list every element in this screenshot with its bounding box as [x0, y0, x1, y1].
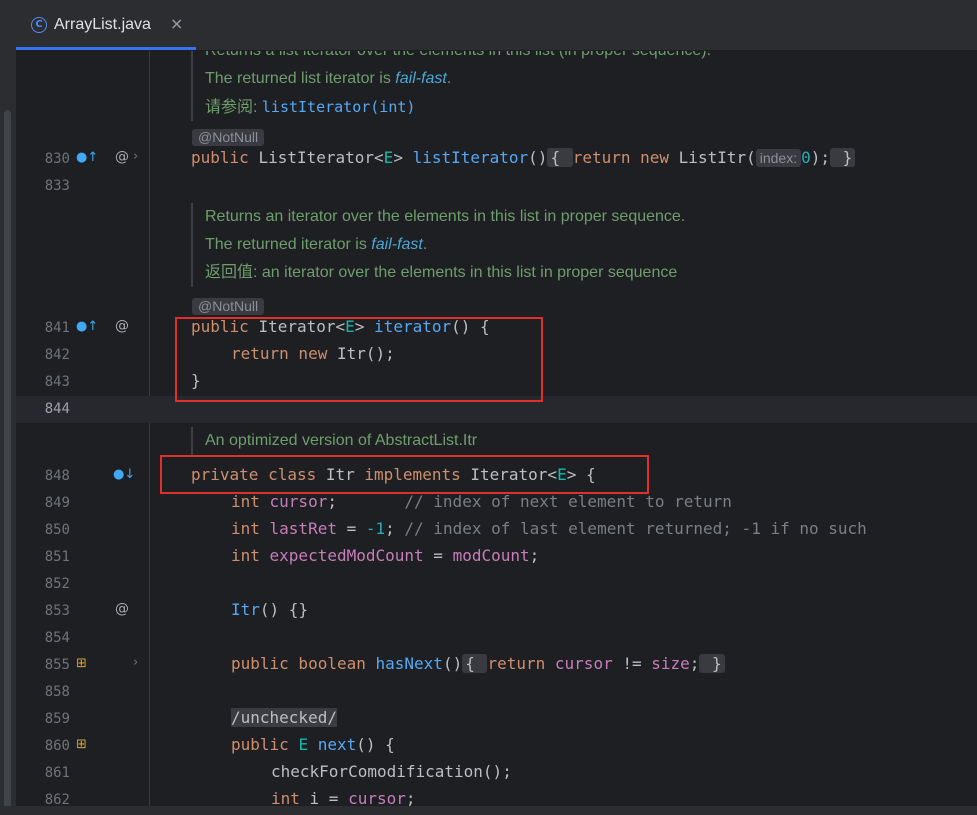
- code-line-830: public ListIterator<E> listIterator(){ r…: [191, 148, 856, 167]
- code-editor[interactable]: Returns a list iterator over the element…: [16, 51, 977, 806]
- left-scroll-strip: [0, 50, 16, 815]
- doc-line: The returned iterator is fail-fast.: [205, 231, 685, 259]
- line-number: 830: [44, 151, 70, 167]
- parameter-hint: index:: [755, 149, 802, 167]
- code-line-853: Itr() {}: [231, 600, 309, 619]
- chevron-right-icon[interactable]: ›: [133, 149, 138, 164]
- line-number: 853: [44, 603, 70, 619]
- doc-text: .: [446, 70, 452, 87]
- code-line-851: int expectedModCount = modCount;: [231, 546, 540, 565]
- doc-see-line: 请参阅: listIterator(int): [205, 93, 711, 121]
- doc-link[interactable]: listIterator(int): [262, 98, 416, 116]
- line-number: 858: [44, 684, 70, 700]
- close-icon[interactable]: ×: [170, 14, 183, 33]
- implementing-method-icon[interactable]: ⊞: [76, 737, 87, 752]
- code-line-850: int lastRet = -1; // index of last eleme…: [231, 519, 867, 538]
- annotation-icon[interactable]: @: [115, 149, 129, 165]
- doc-text: .: [422, 236, 428, 253]
- line-number: 843: [44, 374, 70, 390]
- javadoc-block: Returns a list iterator over the element…: [191, 51, 711, 121]
- folded-annotation[interactable]: /unchecked/: [231, 708, 337, 727]
- gutter-separator: [149, 51, 150, 806]
- doc-emphasis: fail-fast: [395, 70, 447, 87]
- highlight-box-itr-class: [160, 455, 649, 494]
- scrollbar[interactable]: [4, 110, 11, 810]
- line-number: 855: [44, 657, 70, 673]
- doc-emphasis: fail-fast: [371, 236, 423, 253]
- line-number: 850: [44, 522, 70, 538]
- line-number: 833: [44, 178, 70, 194]
- annotation-icon[interactable]: @: [115, 318, 129, 334]
- doc-label: 请参阅:: [205, 99, 262, 116]
- line-number: 861: [44, 765, 70, 781]
- folded-region[interactable]: {: [547, 148, 573, 167]
- code-line-849: int cursor; // index of next element to …: [231, 492, 732, 511]
- line-number-current: 844: [44, 401, 70, 417]
- implementing-method-icon[interactable]: ⊞: [76, 656, 87, 671]
- doc-text: The returned iterator is: [205, 236, 372, 253]
- code-line-860: public E next() {: [231, 735, 395, 754]
- doc-return-line: 返回值: an iterator over the elements in th…: [205, 259, 685, 287]
- override-icon[interactable]: ●↑: [76, 150, 98, 165]
- code-line-859: /unchecked/: [231, 708, 337, 727]
- class-icon: C: [31, 17, 47, 33]
- folded-region[interactable]: {: [462, 654, 488, 673]
- javadoc-block: An optimized version of AbstractList.Itr: [191, 427, 477, 455]
- doc-line: An optimized version of AbstractList.Itr: [205, 432, 478, 449]
- code-line-862: int i = cursor;: [271, 789, 416, 806]
- doc-line: The returned list iterator is fail-fast.: [205, 65, 711, 93]
- override-icon[interactable]: ●↑: [76, 319, 98, 334]
- doc-line: Returns a list iterator over the element…: [205, 51, 711, 65]
- line-number: 849: [44, 495, 70, 511]
- code-line-861: checkForComodification();: [271, 762, 512, 781]
- annotation-icon[interactable]: @: [115, 601, 129, 617]
- annotation-hint: @NotNull: [192, 129, 265, 146]
- doc-text: an iterator over the elements in this li…: [261, 264, 678, 281]
- javadoc-block: Returns an iterator over the elements in…: [191, 203, 685, 287]
- chevron-right-icon[interactable]: ›: [133, 655, 138, 670]
- folded-region[interactable]: }: [699, 654, 725, 673]
- line-number: 860: [44, 738, 70, 754]
- tab-title: ArrayList.java: [54, 16, 151, 33]
- line-number: 851: [44, 549, 70, 565]
- line-number: 848: [44, 468, 70, 484]
- doc-line: Returns an iterator over the elements in…: [205, 208, 686, 225]
- line-number: 862: [44, 792, 70, 806]
- bottom-scroll-strip: [0, 806, 977, 815]
- line-number: 841: [44, 320, 70, 336]
- doc-text: The returned list iterator is: [205, 70, 396, 87]
- line-number: 859: [44, 711, 70, 727]
- implemented-icon[interactable]: ●↓: [113, 467, 135, 482]
- doc-label: 返回值:: [205, 264, 262, 281]
- highlight-box-iterator: [175, 317, 543, 402]
- code-line-855: public boolean hasNext(){ return cursor …: [231, 654, 725, 673]
- annotation-hint: @NotNull: [192, 298, 265, 315]
- folded-region[interactable]: }: [830, 148, 856, 167]
- line-number: 852: [44, 576, 70, 592]
- line-number: 842: [44, 347, 70, 363]
- tab-arraylist-java[interactable]: C ArrayList.java ×: [16, 0, 196, 50]
- line-number: 854: [44, 630, 70, 646]
- editor-tab-bar: C ArrayList.java ×: [0, 0, 977, 51]
